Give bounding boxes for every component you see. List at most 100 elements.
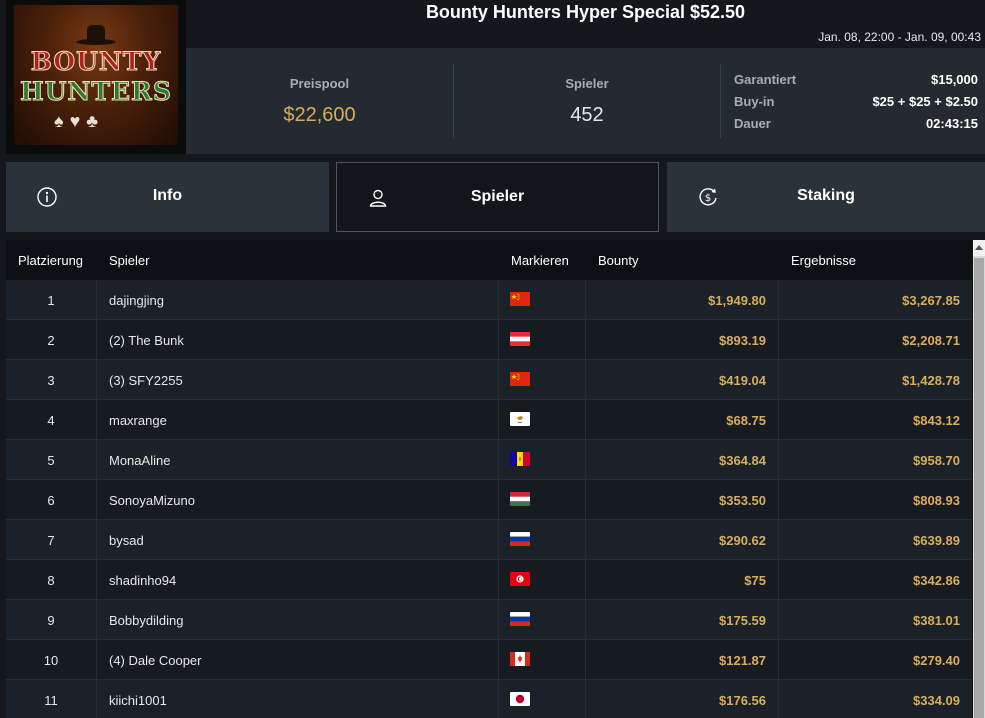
column-divider <box>498 560 499 600</box>
tab-staking[interactable]: $ Staking <box>667 162 985 232</box>
detail-value: $25 + $25 + $2.50 <box>872 94 978 109</box>
result-cell: $1,428.78 <box>902 373 960 388</box>
place-cell: 5 <box>47 453 55 468</box>
player-name-cell[interactable]: (2) The Bunk <box>109 333 184 348</box>
place-cell: 6 <box>47 493 55 508</box>
place-cell: 9 <box>47 613 55 628</box>
table-header: Platzierung Spieler Markieren Bounty Erg… <box>6 240 972 280</box>
flag-cy-icon <box>510 412 530 426</box>
place-cell: 7 <box>47 533 55 548</box>
result-cell: $279.40 <box>913 653 960 668</box>
header-player[interactable]: Spieler <box>109 253 149 268</box>
tab-staking-label: Staking <box>797 187 855 204</box>
column-divider <box>778 680 779 718</box>
logo-text-top: BOUNTY <box>30 47 162 77</box>
table-row[interactable]: 5 MonaAline $364.84 $958.70 <box>6 440 972 480</box>
flag-cn-icon <box>510 292 530 306</box>
prize-pool-value: $22,600 <box>283 104 356 126</box>
table-row[interactable]: 7 bysad $290.62 $639.89 <box>6 520 972 560</box>
player-name-cell[interactable]: kiichi1001 <box>109 693 167 708</box>
place-cell: 2 <box>47 333 55 348</box>
table-row[interactable]: 6 SonoyaMizuno $353.50 $808.93 <box>6 480 972 520</box>
date-range: Jan. 08, 22:00 - Jan. 09, 00:43 <box>818 30 981 44</box>
column-divider <box>96 320 97 360</box>
bounty-cell: $175.59 <box>719 613 766 628</box>
player-name-cell[interactable]: (4) Dale Cooper <box>109 653 202 668</box>
column-divider <box>96 680 97 718</box>
column-divider <box>778 560 779 600</box>
bounty-cell: $893.19 <box>719 333 766 348</box>
player-name-cell[interactable]: MonaAline <box>109 453 170 468</box>
table-row[interactable]: 9 Bobbydilding $175.59 $381.01 <box>6 600 972 640</box>
scroll-up-arrow-icon[interactable] <box>973 240 985 256</box>
tab-players-label: Spieler <box>470 188 525 205</box>
player-name-cell[interactable]: maxrange <box>109 413 167 428</box>
column-divider <box>585 480 586 520</box>
logo-image: BOUNTY HUNTERS ♠♥♣ <box>14 5 178 145</box>
flag-at-icon <box>510 332 530 346</box>
column-divider <box>778 520 779 560</box>
tournament-logo: BOUNTY HUNTERS ♠♥♣ <box>6 0 186 154</box>
column-divider <box>585 640 586 680</box>
players-table: Platzierung Spieler Markieren Bounty Erg… <box>6 240 972 718</box>
tab-players[interactable]: Spieler <box>336 162 659 232</box>
bounty-cell: $68.75 <box>726 413 766 428</box>
detail-label: Buy-in <box>734 94 775 109</box>
flag-ru-icon <box>510 532 530 546</box>
player-name-cell[interactable]: bysad <box>109 533 144 548</box>
table-row[interactable]: 1 dajingjing $1,949.80 $3,267.85 <box>6 280 972 320</box>
bounty-cell: $1,949.80 <box>708 293 766 308</box>
column-divider <box>498 440 499 480</box>
player-name-cell[interactable]: shadinho94 <box>109 573 176 588</box>
column-divider <box>498 480 499 520</box>
column-divider <box>96 520 97 560</box>
player-name-cell[interactable]: dajingjing <box>109 293 164 308</box>
table-row[interactable]: 3 (3) SFY2255 $419.04 $1,428.78 <box>6 360 972 400</box>
table-row[interactable]: 11 kiichi1001 $176.56 $334.09 <box>6 680 972 718</box>
table-row[interactable]: 8 shadinho94 $75 $342.86 <box>6 560 972 600</box>
result-cell: $958.70 <box>913 453 960 468</box>
place-cell: 1 <box>47 293 55 308</box>
column-divider <box>498 680 499 718</box>
column-divider <box>585 600 586 640</box>
header-place[interactable]: Platzierung <box>18 253 83 268</box>
player-name-cell[interactable]: (3) SFY2255 <box>109 373 183 388</box>
result-cell: $2,208.71 <box>902 333 960 348</box>
column-divider <box>778 480 779 520</box>
player-name-cell[interactable]: SonoyaMizuno <box>109 493 195 508</box>
column-divider <box>778 640 779 680</box>
tab-info-label: Info <box>152 187 183 204</box>
flag-ad-icon <box>510 452 530 466</box>
cowboy-hat-icon <box>76 21 116 45</box>
column-divider <box>585 320 586 360</box>
column-divider <box>585 360 586 400</box>
table-row[interactable]: 2 (2) The Bunk $893.19 $2,208.71 <box>6 320 972 360</box>
bounty-cell: $364.84 <box>719 453 766 468</box>
column-divider <box>498 360 499 400</box>
header-flag[interactable]: Markieren <box>511 253 569 268</box>
tab-info[interactable]: Info <box>6 162 329 232</box>
place-cell: 3 <box>47 373 55 388</box>
bounty-cell: $121.87 <box>719 653 766 668</box>
column-divider <box>498 280 499 320</box>
bounty-cell: $419.04 <box>719 373 766 388</box>
result-cell: $639.89 <box>913 533 960 548</box>
table-row[interactable]: 10 (4) Dale Cooper $121.87 $279.40 <box>6 640 972 680</box>
header-results[interactable]: Ergebnisse <box>791 253 856 268</box>
detail-label: Garantiert <box>734 72 797 87</box>
card-suits-icon: ♠♥♣ <box>54 111 105 131</box>
column-divider <box>585 520 586 560</box>
table-row[interactable]: 4 maxrange $68.75 $843.12 <box>6 400 972 440</box>
result-cell: $808.93 <box>913 493 960 508</box>
bounty-cell: $290.62 <box>719 533 766 548</box>
flag-jp-icon <box>510 692 530 706</box>
player-name-cell[interactable]: Bobbydilding <box>109 613 183 628</box>
scroll-thumb[interactable] <box>974 258 984 718</box>
header-bounty[interactable]: Bounty <box>598 253 638 268</box>
column-divider <box>585 560 586 600</box>
prize-pool-label: Preispool <box>289 76 350 91</box>
column-divider <box>96 560 97 600</box>
logo-text-bottom: HUNTERS <box>20 77 172 107</box>
column-divider <box>498 640 499 680</box>
vertical-scrollbar[interactable] <box>973 240 985 718</box>
